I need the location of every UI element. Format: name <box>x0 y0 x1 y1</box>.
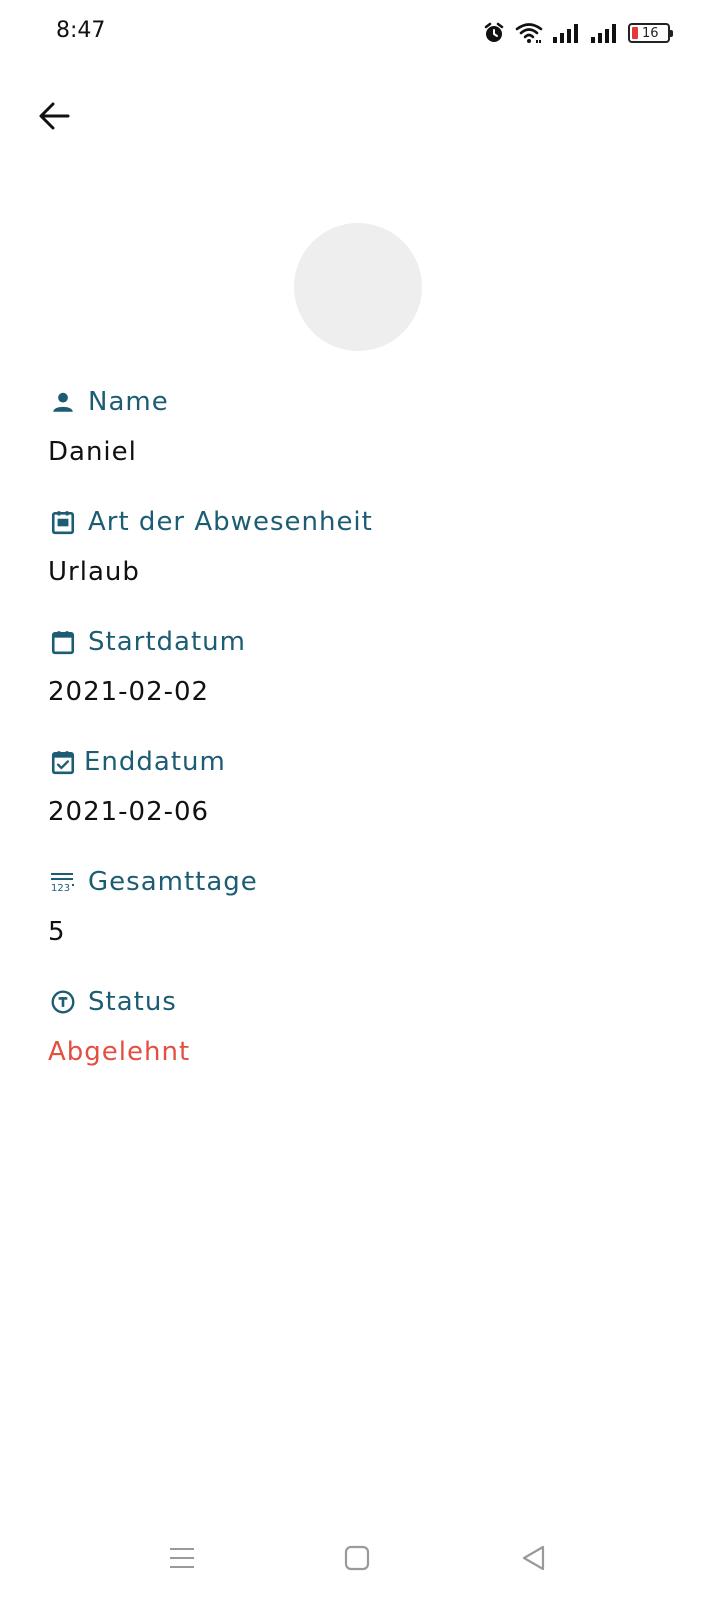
field-end-date: Enddatum 2021-02-06 <box>48 745 226 829</box>
battery-fill <box>632 27 638 39</box>
navigation-bar <box>0 1535 714 1585</box>
field-label: 123 Gesamttage <box>48 865 258 899</box>
wifi-icon <box>514 21 544 45</box>
field-total-days: 123 Gesamttage 5 <box>48 865 258 949</box>
name-value: Daniel <box>48 437 137 467</box>
calendar-blank-icon <box>48 627 78 657</box>
home-button[interactable] <box>332 1535 382 1585</box>
battery-icon: 16 <box>628 23 673 43</box>
field-label: Enddatum <box>48 745 226 779</box>
signal-icon <box>590 21 620 45</box>
back-triangle-icon <box>519 1544 547 1576</box>
start-date-value: 2021-02-02 <box>48 677 210 707</box>
person-icon <box>48 387 78 417</box>
menu-button[interactable] <box>157 1535 207 1585</box>
field-label: Name <box>48 385 169 419</box>
status-bar: 8:47 16 <box>0 0 714 64</box>
field-start-date: Startdatum 2021-02-02 <box>48 625 246 709</box>
svg-text:123: 123 <box>51 883 70 894</box>
field-label: Startdatum <box>48 625 246 659</box>
status-time: 8:47 <box>56 18 106 43</box>
alarm-icon <box>482 21 506 45</box>
menu-icon <box>168 1544 196 1576</box>
total-days-value: 5 <box>48 917 66 947</box>
back-nav-button[interactable] <box>508 1535 558 1585</box>
field-label: Art der Abwesenheit <box>48 505 373 539</box>
arrow-left-icon <box>36 98 72 138</box>
back-button[interactable] <box>30 94 78 142</box>
signal-icon <box>552 21 582 45</box>
total-days-label: Gesamttage <box>88 867 258 897</box>
end-date-value: 2021-02-06 <box>48 797 210 827</box>
calendar-icon <box>48 507 78 537</box>
status-icons: 16 <box>482 18 673 48</box>
end-date-label: Enddatum <box>84 747 226 777</box>
field-status: Status Abgelehnt <box>48 985 190 1069</box>
field-name: Name Daniel <box>48 385 169 469</box>
absence-type-label: Art der Abwesenheit <box>88 507 373 537</box>
field-label: Status <box>48 985 190 1019</box>
start-date-label: Startdatum <box>88 627 246 657</box>
status-value: Abgelehnt <box>48 1037 191 1067</box>
home-icon <box>343 1544 371 1576</box>
status-label: Status <box>88 987 177 1017</box>
field-absence-type: Art der Abwesenheit Urlaub <box>48 505 373 589</box>
name-label: Name <box>88 387 169 417</box>
battery-level: 16 <box>642 25 659 41</box>
status-icon <box>48 987 78 1017</box>
avatar <box>294 223 422 351</box>
absence-type-value: Urlaub <box>48 557 140 587</box>
calendar-check-icon <box>48 747 78 777</box>
numbers-icon: 123 <box>48 867 78 897</box>
